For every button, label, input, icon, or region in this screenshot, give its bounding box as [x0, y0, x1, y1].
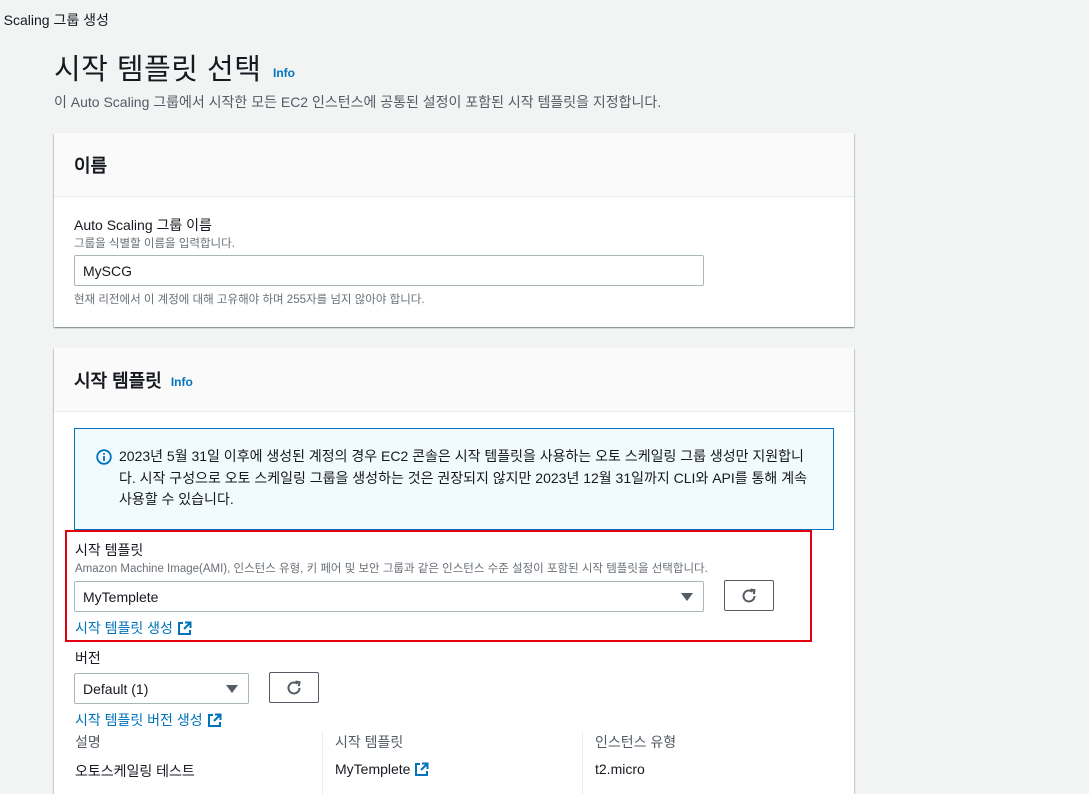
highlight-box [65, 530, 812, 642]
detail-instance-type-key: 인스턴스 유형 [595, 734, 677, 750]
name-panel-header: 이름 [54, 133, 854, 197]
info-circle-icon [96, 449, 112, 465]
create-template-version-link[interactable]: 시작 템플릿 버전 생성 [75, 710, 222, 730]
detail-template-key: 시작 템플릿 [335, 734, 404, 750]
launch-template-info-link[interactable]: Info [171, 375, 193, 389]
external-link-icon [207, 713, 222, 727]
name-panel: 이름 Auto Scaling 그룹 이름 그룹을 식별할 이름을 입력합니다.… [54, 133, 854, 327]
asg-name-input[interactable]: MySCG [74, 255, 704, 286]
detail-description-key: 설명 [75, 734, 101, 750]
launch-template-panel-title: 시작 템플릿 [74, 370, 162, 391]
version-selected-value: Default (1) [83, 680, 149, 697]
caret-down-icon [226, 685, 238, 693]
page-title: 시작 템플릿 선택 [54, 54, 262, 86]
name-panel-title: 이름 [74, 155, 108, 176]
column-divider [322, 732, 323, 794]
refresh-icon [287, 680, 301, 694]
version-label: 버전 [75, 650, 101, 666]
detail-template-value: MyTemplete [335, 761, 411, 777]
detail-description-value: 오토스케일링 테스트 [75, 763, 195, 779]
breadcrumb: o Scaling 그룹 생성 [0, 12, 109, 28]
detail-description: 설명 오토스케일링 테스트 [75, 732, 315, 781]
page-description: 이 Auto Scaling 그룹에서 시작한 모든 EC2 인스턴스에 공통된… [54, 94, 662, 110]
refresh-versions-button[interactable] [269, 672, 319, 703]
detail-instance-type: 인스턴스 유형 t2.micro [595, 732, 835, 777]
asg-name-constraint: 현재 리전에서 이 계정에 대해 고유해야 하며 255자를 넘지 않아야 합니… [74, 294, 425, 306]
asg-name-label: Auto Scaling 그룹 이름 [74, 217, 212, 233]
version-select[interactable]: Default (1) [74, 673, 249, 704]
launch-template-panel-header: 시작 템플릿 Info [54, 348, 854, 412]
asg-name-description: 그룹을 식별할 이름을 입력합니다. [74, 238, 235, 250]
info-alert: 2023년 5월 31일 이후에 생성된 계정의 경우 EC2 콘솔은 시작 템… [74, 428, 834, 530]
detail-instance-type-value: t2.micro [595, 761, 645, 777]
detail-template-link[interactable]: MyTemplete [335, 761, 575, 777]
column-divider [582, 732, 583, 794]
title-info-link[interactable]: Info [273, 66, 295, 80]
external-link-icon [415, 762, 429, 776]
info-alert-text: 2023년 5월 31일 이후에 생성된 계정의 경우 EC2 콘솔은 시작 템… [119, 448, 807, 507]
create-template-version-link-label: 시작 템플릿 버전 생성 [75, 712, 203, 728]
detail-template: 시작 템플릿 MyTemplete [335, 732, 575, 777]
